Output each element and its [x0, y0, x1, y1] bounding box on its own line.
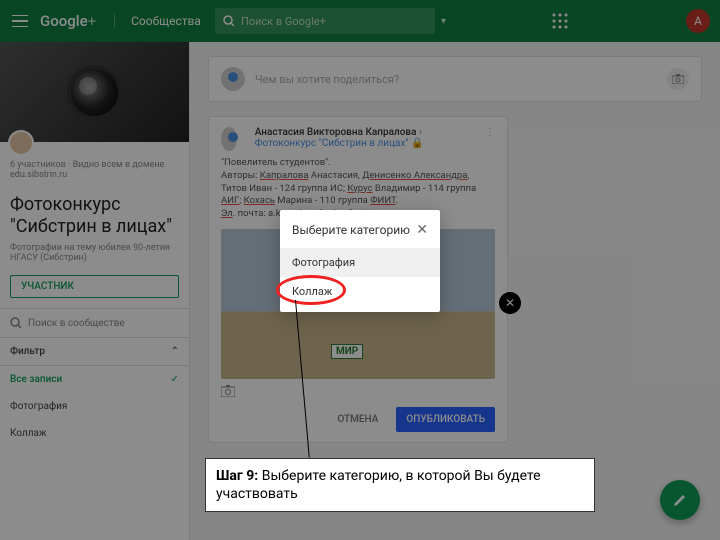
share-box[interactable]: Чем вы хотите поделиться? [208, 56, 702, 102]
share-prompt: Чем вы хотите поделиться? [255, 73, 399, 86]
hamburger-icon[interactable] [10, 11, 30, 31]
close-media-icon[interactable]: ✕ [499, 292, 521, 314]
community-search[interactable]: Поиск в сообществе [0, 309, 189, 337]
category-dialog: Выберите категорию ✕ Фотография Коллаж [280, 210, 440, 312]
filter-collage[interactable]: Коллаж [0, 420, 189, 447]
compose-fab[interactable] [660, 480, 700, 520]
community-owner-avatar[interactable] [8, 130, 34, 156]
logo: Google+ [40, 12, 96, 30]
post-community-link[interactable]: Фотоконкурс "Сибстрин в лицах" [255, 138, 409, 149]
close-icon[interactable]: ✕ [416, 222, 428, 238]
category-dialog-title: Выберите категорию [292, 223, 410, 237]
add-photo-icon[interactable] [221, 385, 495, 397]
user-avatar[interactable]: A [686, 9, 710, 33]
cancel-button[interactable]: ОТМЕНА [329, 408, 386, 431]
global-search[interactable] [215, 8, 435, 34]
category-option-photo[interactable]: Фотография [280, 248, 440, 277]
search-dropdown-icon[interactable]: ▾ [441, 16, 446, 27]
app-header: Google+ Сообщества ▾ A [0, 0, 720, 42]
post-menu-icon[interactable]: ⋮ [485, 127, 495, 138]
camera-icon[interactable] [667, 68, 689, 90]
membership-button[interactable]: УЧАСТНИК [10, 275, 179, 298]
current-user-avatar [221, 67, 245, 91]
publish-button[interactable]: ОПУБЛИКОВАТЬ [396, 407, 495, 432]
checkmark-icon: ✓ [171, 374, 179, 385]
apps-grid-icon[interactable] [550, 11, 570, 31]
community-description: Фотографии на тему юбилея 90-летия НГАСУ… [0, 243, 189, 271]
community-cover [0, 42, 189, 142]
community-title: Фотоконкурс "Сибстрин в лицах" [0, 186, 189, 243]
instruction-callout: Шаг 9: Выберите категорию, в которой Вы … [205, 458, 595, 512]
category-option-collage[interactable]: Коллаж [280, 277, 440, 306]
filter-all[interactable]: Все записи✓ [0, 366, 189, 393]
chevron-up-icon: ⌃ [171, 346, 179, 357]
filter-header[interactable]: Фильтр ⌃ [0, 338, 189, 365]
global-search-input[interactable] [241, 15, 427, 28]
nav-communities[interactable]: Сообщества [114, 14, 201, 28]
post-author-name[interactable]: Анастасия Викторовна Капралова [255, 127, 417, 138]
community-sidebar: 6 участников · Видно всем в домене edu.s… [0, 42, 190, 540]
cover-image [67, 65, 122, 120]
filter-list: Все записи✓ Фотография Коллаж [0, 366, 189, 447]
filter-photo[interactable]: Фотография [0, 393, 189, 420]
post-author-avatar[interactable] [221, 127, 237, 151]
